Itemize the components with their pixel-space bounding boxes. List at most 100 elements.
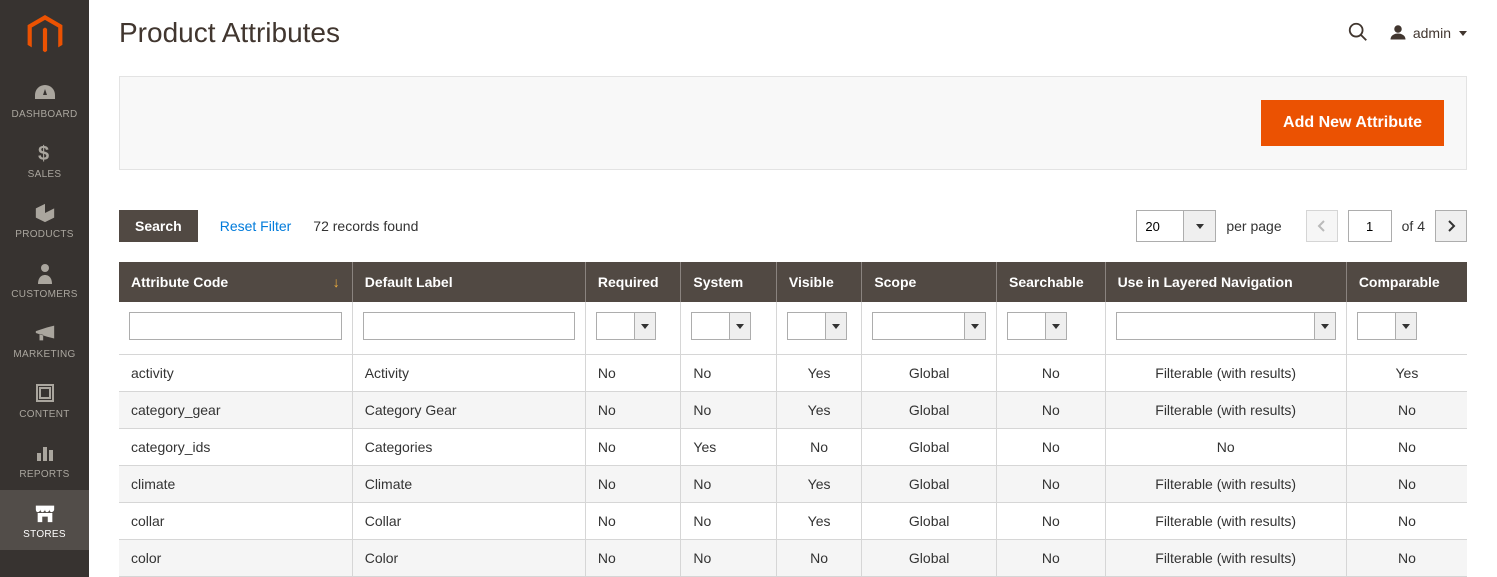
svg-text:$: $ — [38, 143, 49, 164]
filter-input-code[interactable] — [129, 312, 342, 340]
reset-filter-link[interactable]: Reset Filter — [220, 218, 292, 234]
sidebar-item-label: CUSTOMERS — [11, 289, 77, 300]
cell-label: Categories — [352, 429, 585, 466]
table-row[interactable]: climateClimateNoNoYesGlobalNoFilterable … — [119, 466, 1467, 503]
sidebar-item-label: PRODUCTS — [15, 229, 74, 240]
cell-scope: Global — [862, 355, 997, 392]
cell-searchable: No — [997, 503, 1106, 540]
chevron-down-icon — [1321, 324, 1329, 329]
user-label: admin — [1413, 25, 1451, 41]
cell-visible: Yes — [776, 466, 861, 503]
cell-layered: No — [1105, 429, 1346, 466]
column-header-required[interactable]: Required — [585, 262, 680, 302]
filter-select-button-searchable[interactable] — [1045, 312, 1067, 340]
filter-cell-required — [585, 302, 680, 355]
filter-select-button-required[interactable] — [634, 312, 656, 340]
sidebar-item-content[interactable]: CONTENT — [0, 370, 89, 430]
chevron-down-icon — [832, 324, 840, 329]
column-header-visible[interactable]: Visible — [776, 262, 861, 302]
cell-searchable: No — [997, 429, 1106, 466]
cell-code: collar — [119, 503, 352, 540]
table-row[interactable]: colorColorNoNoNoGlobalNoFilterable (with… — [119, 540, 1467, 577]
cell-required: No — [585, 540, 680, 577]
page-number-input[interactable] — [1348, 210, 1392, 242]
table-row[interactable]: activityActivityNoNoYesGlobalNoFilterabl… — [119, 355, 1467, 392]
filter-input-label[interactable] — [363, 312, 575, 340]
column-label: Searchable — [1009, 274, 1084, 290]
column-label: System — [693, 274, 743, 290]
sidebar-item-label: SALES — [28, 169, 62, 180]
user-menu[interactable]: admin — [1389, 23, 1467, 44]
prev-page-button[interactable] — [1306, 210, 1338, 242]
column-header-comparable[interactable]: Comparable — [1346, 262, 1467, 302]
cell-code: category_ids — [119, 429, 352, 466]
cell-required: No — [585, 392, 680, 429]
column-header-system[interactable]: System — [681, 262, 776, 302]
cell-label: Collar — [352, 503, 585, 540]
column-label: Attribute Code — [131, 274, 228, 290]
cell-comparable: No — [1346, 540, 1467, 577]
chevron-down-icon — [1459, 31, 1467, 36]
search-button[interactable]: Search — [119, 210, 198, 242]
table-row[interactable]: collarCollarNoNoYesGlobalNoFilterable (w… — [119, 503, 1467, 540]
sidebar-item-products[interactable]: PRODUCTS — [0, 190, 89, 250]
column-header-code[interactable]: Attribute Code ↓ — [119, 262, 352, 302]
add-new-attribute-button[interactable]: Add New Attribute — [1261, 100, 1444, 146]
filter-select-button-scope[interactable] — [964, 312, 986, 340]
per-page-input[interactable] — [1136, 210, 1184, 242]
sort-asc-icon: ↓ — [333, 274, 340, 290]
filter-select-layered[interactable] — [1116, 312, 1336, 340]
sidebar-item-stores[interactable]: STORES — [0, 490, 89, 550]
cell-searchable: No — [997, 540, 1106, 577]
column-header-scope[interactable]: Scope — [862, 262, 997, 302]
column-header-layered[interactable]: Use in Layered Navigation — [1105, 262, 1346, 302]
sidebar-item-dashboard[interactable]: DASHBOARD — [0, 70, 89, 130]
top-bar: Product Attributes admin — [119, 0, 1467, 66]
cell-searchable: No — [997, 392, 1106, 429]
customers-icon — [37, 262, 53, 284]
filter-select-button-system[interactable] — [729, 312, 751, 340]
filter-select-button-layered[interactable] — [1314, 312, 1336, 340]
cell-visible: Yes — [776, 355, 861, 392]
sidebar-item-label: DASHBOARD — [11, 109, 77, 120]
filter-cell-comparable — [1346, 302, 1467, 355]
page-title: Product Attributes — [119, 17, 340, 49]
cell-scope: Global — [862, 392, 997, 429]
cell-scope: Global — [862, 540, 997, 577]
column-label: Default Label — [365, 274, 453, 290]
chevron-down-icon — [1052, 324, 1060, 329]
per-page-dropdown-button[interactable] — [1184, 210, 1216, 242]
cell-required: No — [585, 466, 680, 503]
chevron-down-icon — [736, 324, 744, 329]
cell-searchable: No — [997, 355, 1106, 392]
sales-icon: $ — [38, 142, 52, 164]
cell-layered: Filterable (with results) — [1105, 392, 1346, 429]
column-header-label[interactable]: Default Label — [352, 262, 585, 302]
user-icon — [1389, 23, 1407, 44]
action-bar: Add New Attribute — [119, 76, 1467, 170]
filter-select-button-visible[interactable] — [825, 312, 847, 340]
cell-required: No — [585, 503, 680, 540]
cell-system: No — [681, 355, 776, 392]
grid-toolbar: Search Reset Filter 72 records found per… — [119, 210, 1467, 242]
column-label: Visible — [789, 274, 834, 290]
dashboard-icon — [33, 82, 57, 104]
column-label: Use in Layered Navigation — [1118, 274, 1293, 290]
filter-cell-label — [352, 302, 585, 355]
cell-required: No — [585, 429, 680, 466]
sidebar-item-marketing[interactable]: MARKETING — [0, 310, 89, 370]
sidebar-item-reports[interactable]: REPORTS — [0, 430, 89, 490]
column-header-searchable[interactable]: Searchable — [997, 262, 1106, 302]
page-total-label: of 4 — [1402, 218, 1425, 234]
table-row[interactable]: category_gearCategory GearNoNoYesGlobalN… — [119, 392, 1467, 429]
magento-logo[interactable] — [0, 0, 89, 70]
search-icon[interactable] — [1347, 21, 1369, 46]
filter-select-button-comparable[interactable] — [1395, 312, 1417, 340]
table-row[interactable]: category_idsCategoriesNoYesNoGlobalNoNoN… — [119, 429, 1467, 466]
sidebar-item-customers[interactable]: CUSTOMERS — [0, 250, 89, 310]
cell-comparable: No — [1346, 429, 1467, 466]
cell-code: activity — [119, 355, 352, 392]
cell-comparable: No — [1346, 392, 1467, 429]
sidebar-item-sales[interactable]: $ SALES — [0, 130, 89, 190]
next-page-button[interactable] — [1435, 210, 1467, 242]
